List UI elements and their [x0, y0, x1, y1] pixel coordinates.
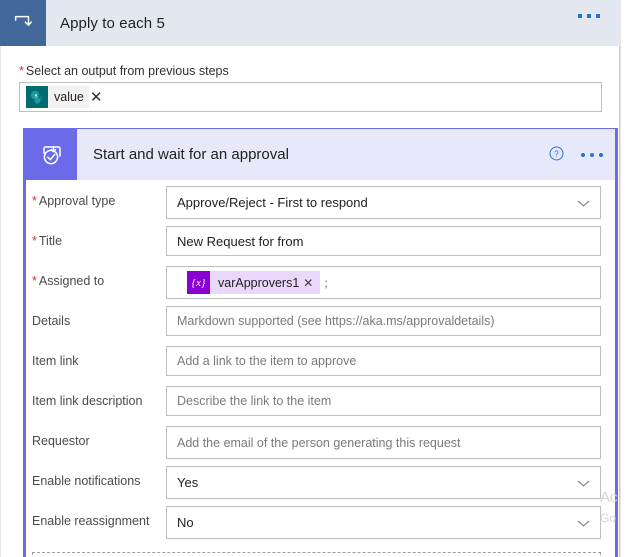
approval-type-label: * Approval type	[26, 186, 166, 216]
title-label: * Title	[26, 226, 166, 256]
form-row-item-link-description: Item link description Describe the link …	[26, 386, 615, 426]
apply-to-each-body: * Select an output from previous steps S …	[0, 46, 620, 557]
approval-action-header[interactable]: Start and wait for an approval ?	[26, 129, 615, 180]
form-row-item-link: Item link Add a link to the item to appr…	[26, 346, 615, 386]
dynamic-content-token-varapprovers1[interactable]: {x} varApprovers1 ✕	[187, 271, 321, 294]
apply-to-each-menu-button[interactable]	[578, 14, 600, 18]
label-text: Approval type	[38, 194, 116, 208]
assigned-to-separator: ;	[324, 275, 328, 290]
required-asterisk: *	[32, 234, 37, 248]
details-placeholder: Markdown supported (see https://aka.ms/a…	[177, 314, 495, 328]
required-asterisk: *	[32, 194, 37, 208]
apply-to-each-action-card: Apply to each 5 * Select an output from p…	[0, 0, 638, 557]
item-link-placeholder: Add a link to the item to approve	[177, 354, 357, 368]
form-row-approval-type: * Approval type Approve/Reject - First to…	[26, 186, 615, 226]
token-label: varApprovers1	[218, 275, 300, 290]
enable-notifications-value: Yes	[177, 475, 199, 490]
enable-notifications-label: Enable notifications	[32, 474, 141, 488]
dynamic-content-token-value[interactable]: S value	[26, 86, 89, 108]
approval-action-card: Start and wait for an approval ? * Appro…	[23, 128, 618, 557]
label-text: Assigned to	[38, 274, 105, 288]
remove-token-button[interactable]: ✕	[90, 90, 103, 105]
ellipsis-dot	[590, 152, 594, 157]
approval-action-menu-button[interactable]	[581, 152, 603, 157]
token-label: value	[54, 90, 84, 104]
enable-reassignment-value: No	[177, 515, 194, 530]
help-circle-icon[interactable]: ?	[548, 145, 565, 165]
select-output-label-text: Select an output from previous steps	[25, 64, 229, 78]
enable-reassignment-dropdown[interactable]: No	[166, 506, 601, 539]
ellipsis-dot	[587, 14, 591, 18]
form-row-enable-notifications: Enable notifications Yes	[26, 466, 615, 506]
enable-notifications-dropdown[interactable]: Yes	[166, 466, 601, 499]
remove-token-button[interactable]: ✕	[303, 276, 320, 290]
form-row-assigned-to: * Assigned to {x} varApprovers1 ✕ ;	[26, 266, 615, 306]
sharepoint-icon: S	[26, 86, 48, 108]
required-asterisk: *	[19, 64, 24, 78]
assigned-to-input[interactable]: {x} varApprovers1 ✕ ;	[166, 266, 601, 299]
item-link-description-placeholder: Describe the link to the item	[177, 394, 332, 408]
item-link-description-label: Item link description	[32, 394, 143, 408]
apply-to-each-title: Apply to each 5	[60, 14, 165, 32]
loop-arrow-icon	[0, 0, 46, 46]
enable-reassignment-label: Enable reassignment	[32, 514, 150, 528]
item-link-description-input[interactable]: Describe the link to the item	[166, 386, 601, 416]
select-output-label: * Select an output from previous steps	[19, 64, 229, 78]
requestor-placeholder: Add the email of the person generating t…	[177, 435, 461, 450]
label-text: Title	[38, 234, 63, 248]
title-input[interactable]: New Request for from	[166, 226, 601, 256]
ellipsis-dot	[599, 152, 603, 157]
approval-action-title: Start and wait for an approval	[93, 146, 289, 163]
required-asterisk: *	[32, 274, 37, 288]
ellipsis-dot	[578, 14, 582, 18]
assigned-to-label: * Assigned to	[26, 266, 166, 296]
approval-type-dropdown[interactable]: Approve/Reject - First to respond	[166, 186, 601, 219]
requestor-input[interactable]: Add the email of the person generating t…	[166, 426, 601, 459]
chevron-down-icon	[577, 475, 590, 490]
variable-icon: {x}	[187, 271, 210, 294]
approval-type-value: Approve/Reject - First to respond	[177, 195, 368, 210]
details-input[interactable]: Markdown supported (see https://aka.ms/a…	[166, 306, 601, 336]
form-row-enable-reassignment: Enable reassignment No	[26, 506, 615, 546]
form-row-requestor: Requestor Add the email of the person ge…	[26, 426, 615, 466]
item-link-label: Item link	[32, 354, 79, 368]
details-label: Details	[32, 314, 71, 328]
chevron-down-icon	[577, 515, 590, 530]
item-link-input[interactable]: Add a link to the item to approve	[166, 346, 601, 376]
svg-text:S: S	[34, 93, 37, 99]
page-right-gutter	[620, 0, 638, 557]
ellipsis-dot	[596, 14, 600, 18]
attachments-group: Attachments {x} Attachments ✕	[32, 552, 601, 557]
chevron-down-icon	[577, 195, 590, 210]
form-row-title: * Title New Request for from	[26, 226, 615, 266]
svg-text:?: ?	[554, 149, 559, 158]
approval-form: * Approval type Approve/Reject - First to…	[26, 180, 615, 557]
approval-check-icon	[26, 129, 77, 180]
apply-to-each-header[interactable]: Apply to each 5	[0, 0, 620, 46]
ellipsis-dot	[581, 152, 585, 157]
form-row-details: Details Markdown supported (see https://…	[26, 306, 615, 346]
title-value: New Request for from	[177, 233, 304, 249]
select-output-input[interactable]: S value ✕	[19, 82, 602, 112]
requestor-label: Requestor	[32, 434, 90, 448]
